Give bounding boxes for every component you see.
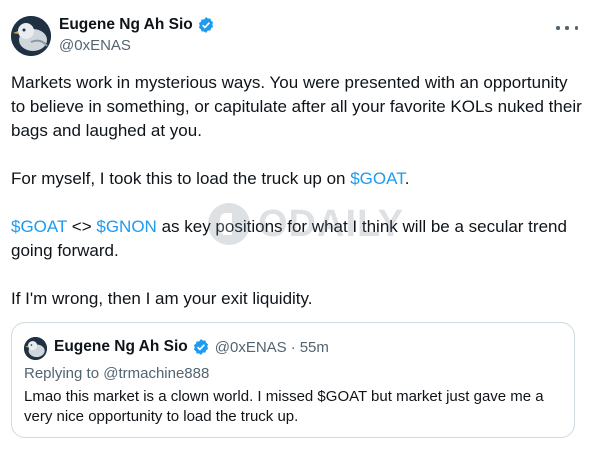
cashtag-goat-link[interactable]: $GOAT [11,217,67,236]
text-fragment: <> [67,217,97,236]
replying-to: Replying to @trmachine888 [24,365,210,382]
author-name[interactable]: Eugene Ng Ah Sio [59,16,193,34]
bird-avatar-icon [11,16,51,56]
quoted-text: Lmao this market is a clown world. I mis… [24,388,544,425]
text-fragment: . [404,169,410,188]
author-name-row: Eugene Ng Ah Sio [59,16,215,34]
text-fragment: For myself, I took this to load the truc… [11,169,351,188]
author-handle[interactable]: @0xENAS [59,37,131,54]
tweet-paragraph-1: Markets work in mysterious ways. You wer… [11,73,582,140]
separator-dot: · [290,338,296,356]
quoted-author-name: Eugene Ng Ah Sio [54,338,188,355]
tweet-card: Eugene Ng Ah Sio @0xENAS Markets work in… [0,0,595,452]
tweet-text: Markets work in mysterious ways. You wer… [11,71,583,311]
cashtag-goat-link[interactable]: $GOAT [350,169,404,188]
quoted-author-avatar [24,337,47,360]
author-avatar[interactable] [11,16,51,56]
cashtag-gnon-link[interactable]: $GNON [96,217,156,236]
verified-badge-icon [198,17,213,33]
verified-badge-icon [193,339,208,355]
tweet-paragraph-4: If I'm wrong, then I am your exit liquid… [11,289,313,308]
bird-avatar-icon [24,337,47,360]
tweet-paragraph-3: $GOAT <> $GNON as key positions for what… [11,215,583,263]
quoted-author-handle: @0xENAS [214,338,287,356]
quoted-timestamp: 55m [299,338,329,356]
quoted-tweet[interactable]: Eugene Ng Ah Sio @0xENAS · 55m Replying … [11,322,575,438]
more-options-icon[interactable] [556,20,578,36]
tweet-paragraph-2: For myself, I took this to load the truc… [11,167,583,191]
quoted-header: Eugene Ng Ah Sio @0xENAS · 55m [54,338,329,356]
